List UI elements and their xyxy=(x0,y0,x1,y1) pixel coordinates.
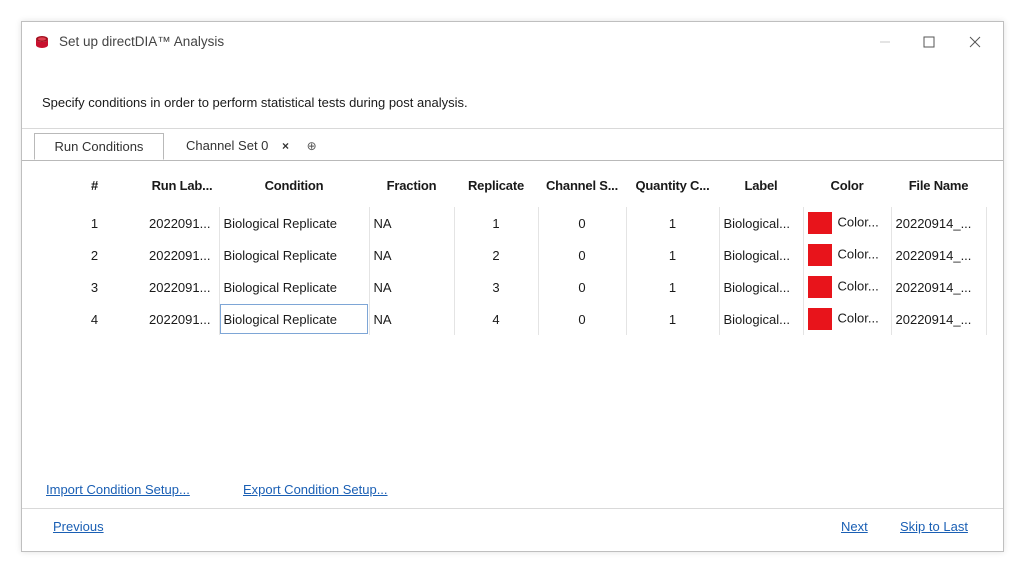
run-label-cell[interactable]: 2022091... xyxy=(145,207,220,239)
condition-cell-selected[interactable]: Biological Replicate xyxy=(219,303,370,335)
quantity-cell[interactable]: 1 xyxy=(626,239,720,271)
quantity-cell[interactable]: 1 xyxy=(626,271,720,303)
run-label-cell[interactable]: 2022091... xyxy=(145,271,220,303)
label-cell[interactable]: Biological... xyxy=(719,303,804,335)
minimize-button[interactable] xyxy=(865,28,905,56)
previous-link[interactable]: Previous xyxy=(53,519,104,534)
row-indicator[interactable] xyxy=(34,303,44,335)
color-cell[interactable]: Color... xyxy=(803,303,892,335)
footer-divider xyxy=(22,508,1003,509)
color-text: Color... xyxy=(837,310,879,326)
channel-set-cell[interactable]: 0 xyxy=(538,239,627,271)
title-bar: Set up directDIA™ Analysis xyxy=(22,22,1003,62)
close-icon xyxy=(969,36,981,48)
color-text: Color... xyxy=(837,214,879,230)
replicate-cell[interactable]: 2 xyxy=(454,239,539,271)
minimize-icon xyxy=(880,41,890,43)
table-row-selected[interactable]: 4 2022091... Biological Replicate NA 4 0… xyxy=(34,303,987,335)
column-header-number[interactable]: # xyxy=(44,163,145,207)
color-swatch[interactable] xyxy=(807,212,832,234)
column-header-fraction[interactable]: Fraction xyxy=(369,163,454,207)
table-row[interactable]: 1 2022091... Biological Replicate NA 1 0… xyxy=(34,207,987,239)
color-text: Color... xyxy=(837,278,879,294)
replicate-cell[interactable]: 3 xyxy=(454,271,539,303)
label-cell[interactable]: Biological... xyxy=(719,271,804,303)
export-condition-setup-link[interactable]: Export Condition Setup... xyxy=(243,482,388,497)
window-title: Set up directDIA™ Analysis xyxy=(59,34,225,49)
file-name-cell[interactable]: 20220914_... xyxy=(891,239,987,271)
quantity-cell[interactable]: 1 xyxy=(626,303,720,335)
condition-cell[interactable]: Biological Replicate xyxy=(219,239,370,271)
footer-nav: Previous Next Skip to Last xyxy=(22,516,1003,540)
channel-set-cell[interactable]: 0 xyxy=(538,271,627,303)
grid-header-row: # Run Lab... Condition Fraction Replicat… xyxy=(34,163,986,207)
row-number: 4 xyxy=(90,311,99,327)
next-link[interactable]: Next xyxy=(841,519,868,534)
fraction-cell[interactable]: NA xyxy=(369,207,455,239)
import-condition-setup-link[interactable]: Import Condition Setup... xyxy=(46,482,190,497)
row-indicator[interactable] xyxy=(34,271,44,303)
file-name-cell[interactable]: 20220914_... xyxy=(891,271,987,303)
color-cell[interactable]: Color... xyxy=(803,239,892,271)
label-cell[interactable]: Biological... xyxy=(719,207,804,239)
row-indicator[interactable] xyxy=(34,207,44,239)
tab-run-conditions[interactable]: Run Conditions xyxy=(34,133,164,160)
row-number: 1 xyxy=(90,215,99,231)
conditions-table: # Run Lab... Condition Fraction Replicat… xyxy=(34,163,987,335)
close-button[interactable] xyxy=(955,28,995,56)
column-header-run-label[interactable]: Run Lab... xyxy=(145,163,219,207)
column-header-replicate[interactable]: Replicate xyxy=(454,163,538,207)
tab-run-conditions-label: Run Conditions xyxy=(54,139,144,154)
condition-cell[interactable]: Biological Replicate xyxy=(219,271,370,303)
row-number: 3 xyxy=(90,279,99,295)
row-indicator-header xyxy=(34,163,44,207)
column-header-channel-set[interactable]: Channel S... xyxy=(538,163,626,207)
dialog-window: Set up directDIA™ Analysis Specify condi… xyxy=(21,21,1004,552)
quantity-cell[interactable]: 1 xyxy=(626,207,720,239)
skip-to-last-link[interactable]: Skip to Last xyxy=(900,519,968,534)
condition-cell[interactable]: Biological Replicate xyxy=(219,207,370,239)
color-cell[interactable]: Color... xyxy=(803,207,892,239)
app-logo-icon xyxy=(36,36,48,48)
color-text: Color... xyxy=(837,246,879,262)
instructions-text: Specify conditions in order to perform s… xyxy=(42,95,468,110)
column-header-file-name[interactable]: File Name xyxy=(891,163,986,207)
tab-channel-set-0-label: Channel Set 0 xyxy=(186,138,269,153)
column-header-condition[interactable]: Condition xyxy=(219,163,369,207)
run-label-cell[interactable]: 2022091... xyxy=(145,239,220,271)
color-cell[interactable]: Color... xyxy=(803,271,892,303)
file-name-cell[interactable]: 20220914_... xyxy=(891,303,987,335)
conditions-grid: # Run Lab... Condition Fraction Replicat… xyxy=(22,160,1003,473)
channel-set-cell[interactable]: 0 xyxy=(538,207,627,239)
run-label-cell[interactable]: 2022091... xyxy=(145,303,220,335)
replicate-cell[interactable]: 4 xyxy=(454,303,539,335)
tab-strip: Run Conditions Channel Set 0 × ⊕ xyxy=(22,130,1003,160)
column-header-label[interactable]: Label xyxy=(719,163,803,207)
tab-channel-set-0[interactable]: Channel Set 0 × ⊕ xyxy=(174,133,331,160)
replicate-cell[interactable]: 1 xyxy=(454,207,539,239)
column-header-color[interactable]: Color xyxy=(803,163,891,207)
color-swatch[interactable] xyxy=(807,276,832,298)
fraction-cell[interactable]: NA xyxy=(369,271,455,303)
color-swatch[interactable] xyxy=(807,244,832,266)
table-row[interactable]: 2 2022091... Biological Replicate NA 2 0… xyxy=(34,239,987,271)
tab-close-icon[interactable]: × xyxy=(282,139,289,153)
row-indicator[interactable] xyxy=(34,239,44,271)
header-divider xyxy=(22,128,1003,129)
row-number: 2 xyxy=(90,247,99,263)
label-cell[interactable]: Biological... xyxy=(719,239,804,271)
fraction-cell[interactable]: NA xyxy=(369,303,455,335)
maximize-button[interactable] xyxy=(909,28,949,56)
color-swatch[interactable] xyxy=(807,308,832,330)
add-tab-icon[interactable]: ⊕ xyxy=(307,139,317,153)
channel-set-cell[interactable]: 0 xyxy=(538,303,627,335)
setup-links: Import Condition Setup... Export Conditi… xyxy=(22,482,1003,502)
table-row[interactable]: 3 2022091... Biological Replicate NA 3 0… xyxy=(34,271,987,303)
fraction-cell[interactable]: NA xyxy=(369,239,455,271)
maximize-icon xyxy=(923,36,935,48)
column-header-quantity[interactable]: Quantity C... xyxy=(626,163,719,207)
file-name-cell[interactable]: 20220914_... xyxy=(891,207,987,239)
